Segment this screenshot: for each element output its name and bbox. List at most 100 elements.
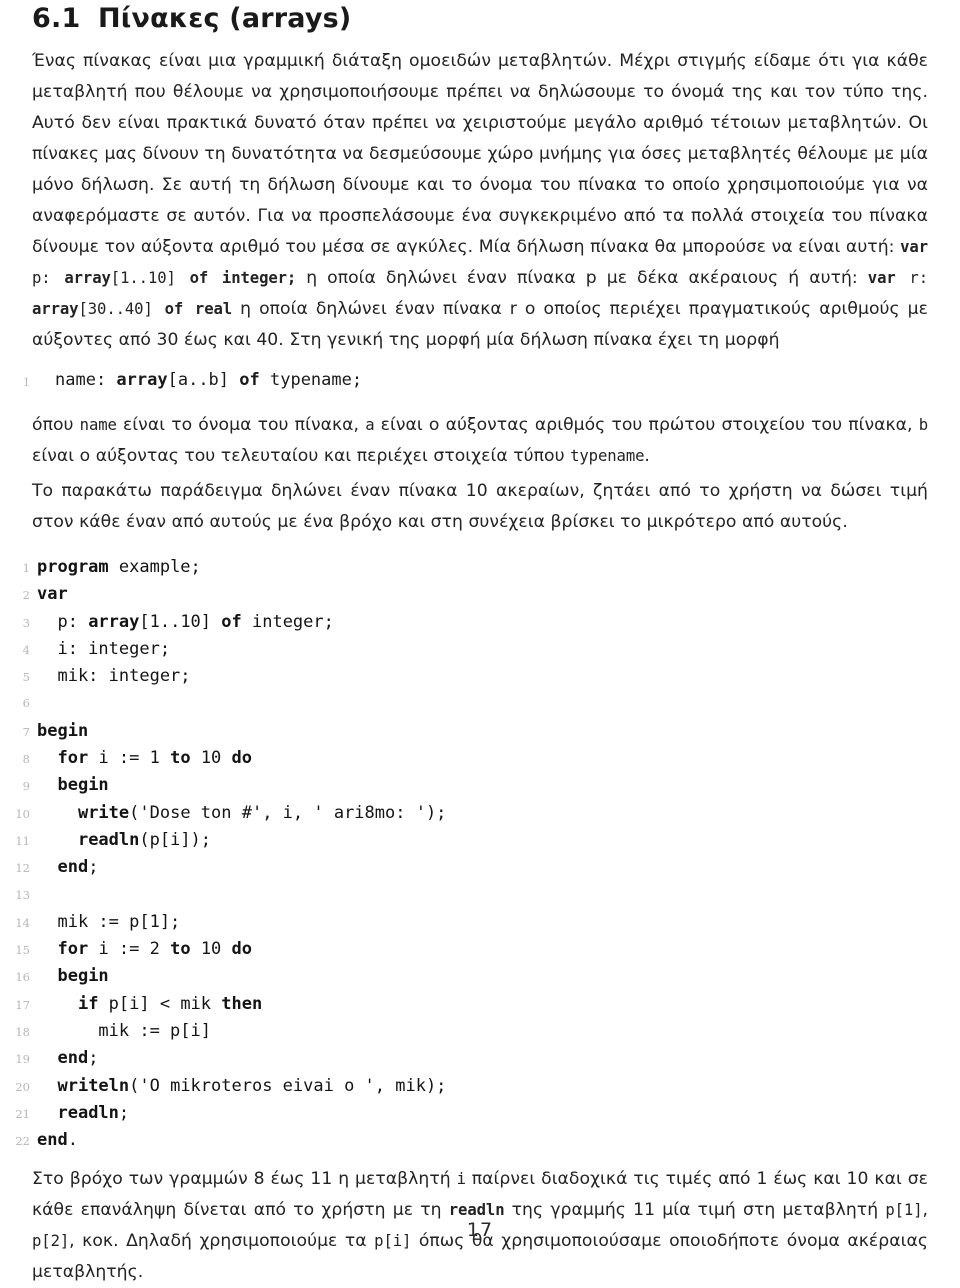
code-line: 15 for i := 2 to 10 do (15, 936, 928, 963)
line-number: 12 (15, 861, 30, 876)
code-line-text: readln; (57, 1102, 130, 1123)
code-line-text: i: integer; (37, 638, 171, 659)
explain-c: είναι ο αύξοντας αριθμός του πρώτου στοι… (374, 415, 919, 435)
code-line: 10 write('Dose ton #', i, ' ari8mo: '); (15, 800, 928, 827)
code-line-text: mik := p[i] (37, 1021, 211, 1042)
code-line: 16 begin (15, 963, 928, 990)
decl-r-type: real (183, 300, 233, 318)
inline-code-a: a (365, 416, 375, 434)
code-line-text: mik: integer; (37, 666, 191, 687)
decl-r-name: r: (895, 269, 928, 287)
code-line: 11 readln(p[i]); (15, 827, 928, 854)
document-page: 6.1 Πίνακες (arrays) Ένας πίνακας είναι … (0, 0, 960, 1282)
code-line-text: if p[i] < mik then (77, 993, 263, 1014)
code-line-text: p: array[1..10] of integer; (37, 611, 334, 632)
decl-p-range: [1..10] (110, 269, 190, 287)
line-number: 5 (22, 670, 30, 685)
page-number: 17 (466, 1219, 494, 1241)
line-number: 22 (15, 1134, 30, 1149)
keyword-of: of (189, 269, 209, 287)
code-line: 13 (15, 882, 928, 909)
code-listing: 1 program example; 2 var 3 p: array[1..10] o… (15, 554, 928, 1155)
code-line: 9 begin (23, 772, 928, 799)
inline-code-p1: p[1] (885, 1200, 923, 1219)
line-number: 15 (15, 943, 30, 958)
keyword-var-2: var (867, 269, 896, 287)
code-line-text: end; (57, 1048, 99, 1069)
code-line-text: end; (57, 857, 99, 878)
code-line: 14 mik := p[1]; (15, 909, 928, 936)
line-number: 2 (22, 588, 30, 603)
line-number: 3 (22, 615, 30, 630)
decl-r-range: [30..40] (78, 300, 165, 318)
code-line-text: for i := 1 to 10 do (57, 748, 253, 769)
code-line: 1 program example; (23, 554, 928, 581)
inline-code-i: i (456, 1169, 466, 1188)
code-line-text: end. (37, 1130, 78, 1151)
inline-code-name: name (79, 416, 117, 434)
syntax-pre: name: (55, 370, 117, 390)
final-a: Στο βρόχο των γραμμών 8 έως 11 η μεταβλη… (32, 1168, 457, 1189)
keyword-of-2: of (164, 300, 184, 318)
code-line-text: var (37, 584, 68, 605)
line-number: 18 (15, 1025, 30, 1040)
code-line-text: write('Dose ton #', i, ' ari8mo: '); (77, 802, 447, 823)
code-line: 18 mik := p[i] (15, 1018, 928, 1045)
code-line: 8 for i := 1 to 10 do (23, 745, 928, 772)
code-line-text: writeln('O mikroteros eivai o ', mik); (57, 1075, 447, 1096)
syntax-keyword-array: array (116, 370, 168, 390)
decl-p-name: p: (32, 269, 65, 287)
inline-code-typename: typename (570, 447, 645, 465)
line-number: 20 (15, 1079, 30, 1094)
code-line: 2 var (23, 581, 928, 608)
line-number: 9 (22, 779, 30, 794)
code-line: 3 p: array[1..10] of integer; (23, 609, 928, 636)
syntax-range: [a..b] (167, 370, 240, 390)
code-line: 4 i: integer; (23, 636, 928, 663)
code-line: 19 end; (15, 1045, 928, 1072)
keyword-var: var (900, 238, 928, 256)
intro-text: Ένας πίνακας είναι μια γραμμική διάταξη … (32, 51, 928, 257)
line-number: 11 (15, 833, 30, 848)
line-number: 14 (15, 915, 30, 930)
line-number: 7 (22, 724, 30, 739)
explain-b: είναι το όνομα του πίνακα, (116, 415, 366, 435)
page-title: Πίνακες (arrays) (98, 3, 352, 34)
final-d: , (922, 1199, 928, 1220)
code-line: 17 if p[i] < mik then (15, 991, 928, 1018)
code-line-text: readln(p[i]); (77, 829, 212, 850)
line-number: 13 (15, 887, 30, 902)
decl-p-type: integer; (208, 269, 297, 287)
code-line: 21 readln; (15, 1100, 928, 1127)
paragraph-example-intro: Το παρακάτω παράδειγμα δηλώνει έναν πίνα… (32, 481, 928, 532)
explain-a: όπου (32, 415, 80, 435)
line-number: 4 (22, 642, 30, 657)
explain-e: . (644, 446, 650, 466)
syntax-post: typename; (259, 370, 363, 390)
explain-d: είναι ο αύξοντας του τελευταίου και περι… (32, 446, 571, 466)
code-line-text: begin (57, 775, 109, 796)
syntax-code-text: name: array[a..b] of typename; (32, 370, 928, 390)
line-number: 1 (22, 561, 30, 575)
keyword-array: array (64, 269, 111, 287)
code-line: 6 (23, 690, 928, 717)
syntax-keyword-of: of (239, 370, 260, 390)
paragraph-intro: Ένας πίνακας είναι μια γραμμική διάταξη … (32, 46, 928, 356)
section-heading: 6.1 Πίνακες (arrays) (32, 0, 928, 41)
code-line-text: begin (37, 720, 89, 741)
line-number: 16 (15, 970, 30, 985)
code-line: 7 begin (23, 718, 928, 745)
line-number: 8 (22, 752, 30, 767)
code-line: 22 end. (15, 1127, 928, 1154)
code-line: 20 writeln('O mikroteros eivai o ', mik)… (15, 1073, 928, 1100)
line-number: 19 (15, 1052, 30, 1067)
keyword-array-2: array (32, 300, 79, 318)
code-line: 5 mik: integer; (23, 663, 928, 690)
code-line-text: for i := 2 to 10 do (57, 939, 253, 960)
code-line-text: mik := p[1]; (37, 911, 181, 932)
line-number: 21 (15, 1106, 30, 1121)
line-number: 10 (15, 806, 30, 821)
paragraph-explain: όπου name είναι το όνομα του πίνακα, a ε… (32, 410, 928, 472)
line-number: 17 (15, 997, 30, 1012)
page-footer: 17 (0, 1219, 960, 1241)
